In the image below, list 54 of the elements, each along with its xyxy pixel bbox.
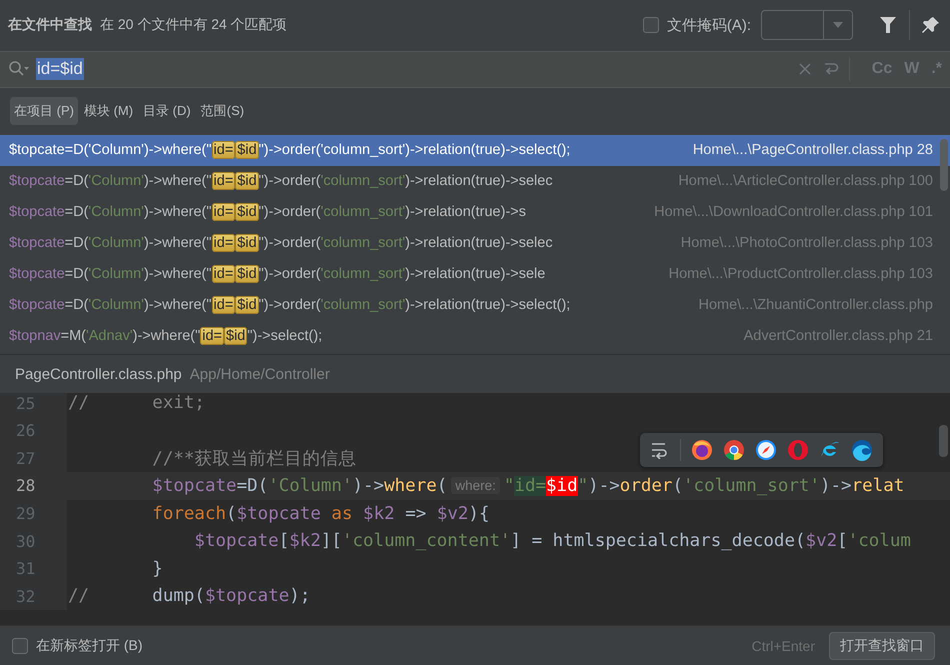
code-line: $topcate=D('Column')->where( where: "id=$id")->order('column_sort')->relat	[151, 476, 904, 496]
code-line: // dump($topcate);	[67, 586, 310, 606]
scope-tab[interactable]: 范围(S)	[196, 97, 248, 126]
checkbox-label: 在新标签打开 (B)	[36, 636, 143, 655]
code-line: // exit;	[67, 393, 205, 414]
browser-icon[interactable]	[851, 439, 873, 462]
match-summary: 在 20 个文件中有 24 个匹配项	[100, 16, 287, 34]
compass-icon[interactable]	[755, 439, 777, 462]
file-path: App/Home/Controller	[190, 366, 330, 383]
code-snippet: $topcate=D('Column')->where("id= $id")->order('column_sort')->relation(true)->selec	[9, 235, 553, 252]
file-location: Home\...\PageController.class.php 28	[692, 142, 933, 158]
open-find-window-button[interactable]: 打开查找窗口	[829, 632, 935, 660]
code-snippet: $topcate=D('Column')->where("id= $id")->order('column_sort')->relation(true)->s	[9, 204, 526, 220]
caret-icon	[833, 22, 843, 28]
scope-tab[interactable]: 目录 (D)	[139, 97, 195, 126]
scrollbar[interactable]	[940, 138, 948, 191]
search-result-row[interactable]: $topcate=D('Column')->where("id= $id")->order('column_sort')->relation(true)->select(); Home\...\PageController.class.php 28	[0, 134, 950, 166]
pin-icon[interactable]	[922, 16, 940, 34]
code-snippet: $topcate=D('Column')->where("id= $id")->order('column_sort')->relation(true)->selec	[9, 173, 553, 190]
file-location: Home\...\ZhuantiController.class.php	[697, 297, 933, 314]
file-name: PageController.class.php	[15, 366, 182, 383]
checkbox[interactable]	[642, 17, 659, 34]
search-result-row[interactable]: $topcate=D('Column')->where("id= $id")->order('column_sort')->relation(true)->selec Home\...\PhotoController.class.php 103	[0, 228, 950, 259]
search-icon[interactable]	[8, 60, 30, 78]
dialog-title: 在文件中查找	[8, 16, 92, 34]
search-result-row[interactable]: $topcate=D('Column')->where("id= $id")->order('column_sort')->relation(true)->select(); Home\...\ZhuantiController.class.php	[0, 290, 950, 321]
file-location: Home\...\DownloadController.class.php 101	[653, 204, 933, 220]
scope-tab[interactable]: 模块 (M)	[80, 97, 138, 126]
code-line: }	[151, 558, 163, 579]
file-location: Home\...\ArticleController.class.php 100	[677, 173, 933, 190]
search-field[interactable]: id=$id	[36, 58, 84, 80]
search-result-row[interactable]: $topnav=M('Adnav')->where("id= $id")->select(); AdvertController.class.php 21	[0, 320, 950, 352]
browser-icon[interactable]	[723, 439, 745, 462]
code-snippet: $topcate=D('Column')->where("id= $id")->order('column_sort')->relation(true)->select();	[9, 297, 570, 314]
code-snippet: $topnav=M('Adnav')->where("id= $id")->select();	[9, 328, 322, 344]
code-line: foreach($topcate as $k2 => $v2){	[151, 504, 490, 524]
checkbox[interactable]	[12, 638, 28, 654]
scrollbar[interactable]	[939, 425, 948, 458]
close-icon[interactable]	[798, 63, 811, 76]
file-location: AdvertController.class.php 21	[742, 328, 933, 344]
code-snippet: $topcate=D('Column')->where("id= $id")->order('column_sort')->relation(true)->sele	[9, 266, 546, 282]
filter-icon[interactable]	[879, 16, 897, 34]
search-result-row[interactable]: $topcate=D('Column')->where("id= $id")->order('column_sort')->relation(true)->s Home\...\DownloadController.class.php 101	[0, 196, 950, 228]
code-snippet: $topcate=D('Column')->where("id= $id")->order('column_sort')->relation(true)->select();	[9, 142, 570, 158]
search-result-row[interactable]: $topcate=D('Column')->where("id= $id")->order('column_sort')->relation(true)->sele Home\...\ProductController.class.php 103	[0, 258, 950, 290]
scope-tab[interactable]: 在项目 (P)	[10, 97, 78, 126]
file-location: Home\...\ProductController.class.php 103	[668, 266, 933, 282]
search-result-row[interactable]: $topcate=D('Column')->where("id= $id")->order('column_sort')->relation(true)->selec Home\...\ArticleController.class.php 100	[0, 166, 950, 197]
file-mask-dropdown[interactable]	[761, 10, 853, 40]
checkbox-label: 文件掩码(A):	[666, 16, 751, 35]
file-location: Home\...\PhotoController.class.php 103	[680, 235, 933, 252]
browser-icon[interactable]	[691, 439, 713, 462]
code-line: $topcate[$k2]['column_content'] = htmlspecialchars_decode($v2['colum	[193, 531, 911, 552]
code-line: //**获取当前栏目的信息	[151, 448, 356, 470]
